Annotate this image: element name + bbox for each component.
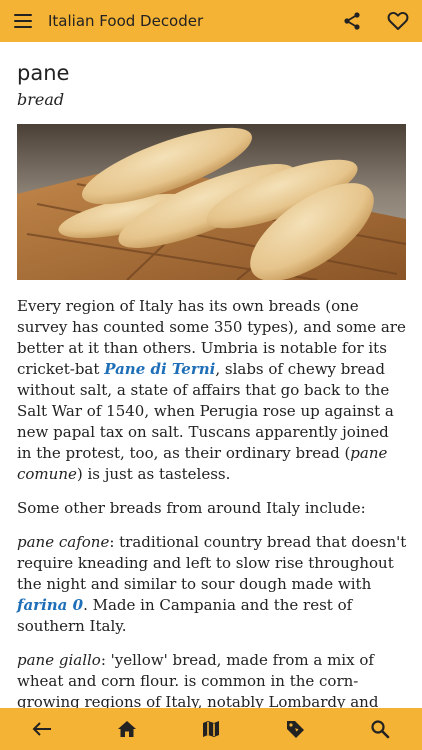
- share-icon[interactable]: [340, 9, 364, 33]
- back-arrow-icon[interactable]: [30, 717, 54, 741]
- app-bar: Italian Food Decoder: [0, 0, 422, 42]
- term-pane-cafone: pane cafone: [17, 533, 110, 551]
- map-icon[interactable]: [199, 717, 223, 741]
- heart-icon[interactable]: [386, 9, 410, 33]
- paragraph-1: Every region of Italy has its own breads…: [17, 297, 406, 483]
- menu-icon[interactable]: [14, 14, 32, 28]
- paragraph-2: Some other breads from around Italy incl…: [17, 499, 366, 517]
- entry-body: Every region of Italy has its own breads…: [17, 296, 407, 734]
- entry-content: pane bread Every region of Italy has its…: [17, 42, 407, 747]
- search-icon[interactable]: [368, 717, 392, 741]
- home-icon[interactable]: [115, 717, 139, 741]
- paragraph-3: pane cafone: traditional country bread t…: [17, 533, 407, 635]
- bread-photo: [17, 124, 406, 280]
- entry-translation: bread: [17, 90, 65, 109]
- entry-word: pane: [17, 61, 70, 85]
- app-title: Italian Food Decoder: [48, 12, 204, 30]
- tag-icon[interactable]: [283, 717, 307, 741]
- link-pane-di-terni[interactable]: Pane di Terni: [104, 360, 215, 378]
- bottom-nav: [0, 708, 422, 750]
- term-pane-giallo: pane giallo: [17, 651, 101, 669]
- link-farina-0[interactable]: farina 0: [17, 596, 83, 614]
